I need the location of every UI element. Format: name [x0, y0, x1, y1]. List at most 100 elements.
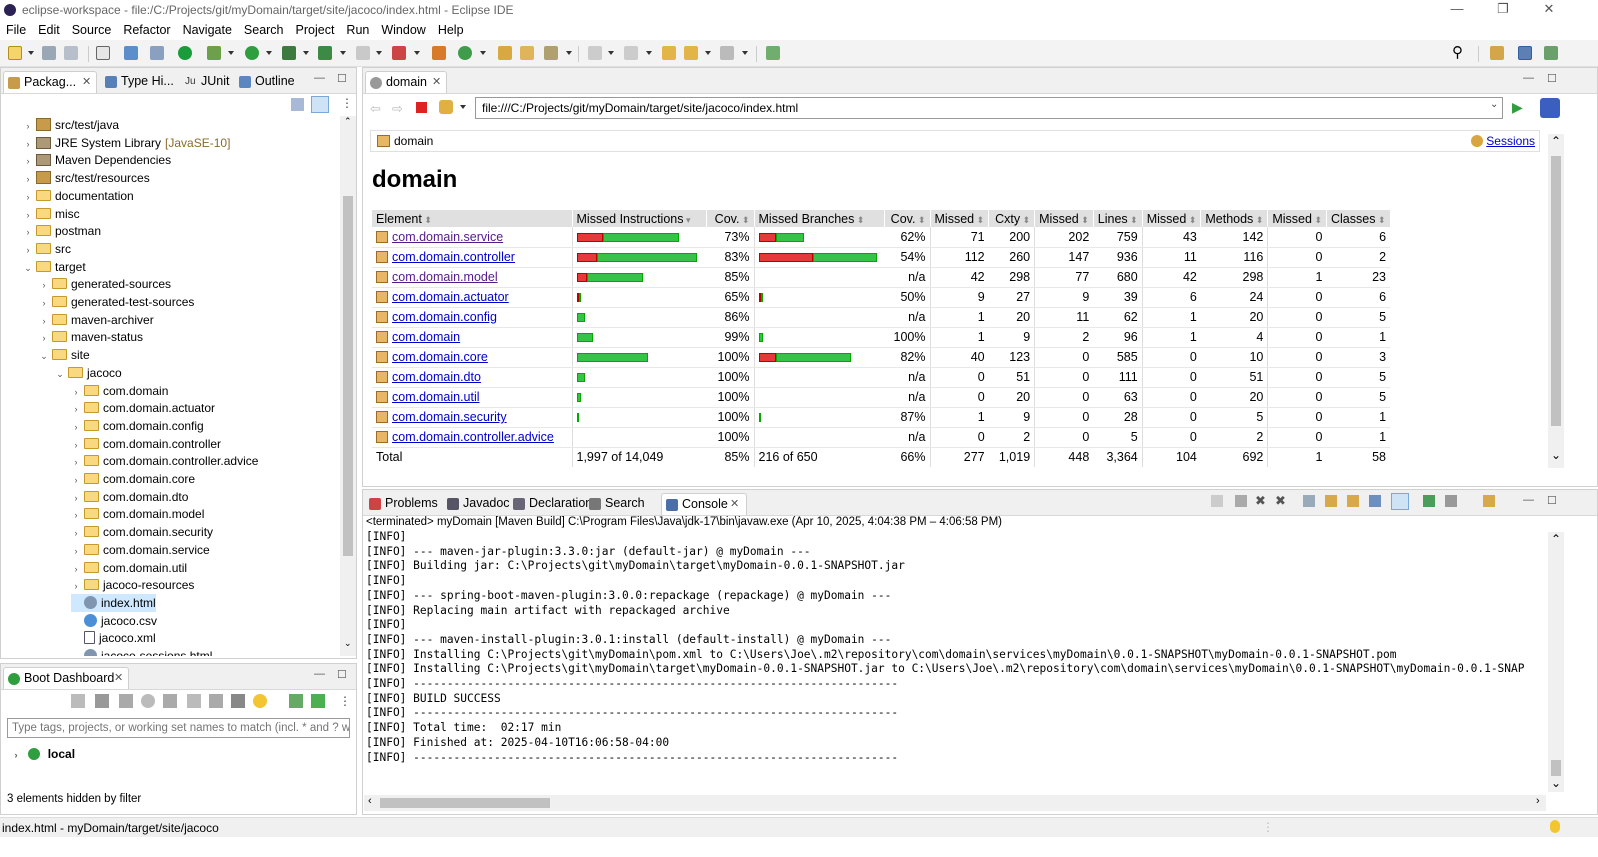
next-annotation-icon[interactable] [588, 46, 602, 60]
menu-navigate[interactable]: Navigate [177, 23, 238, 37]
tree-item[interactable]: › jacoco-resources [71, 576, 195, 595]
clear-console-icon[interactable] [1303, 495, 1315, 507]
tab-domain[interactable]: domain ✕ [365, 71, 447, 93]
browser-scroll-thumb[interactable] [1551, 156, 1561, 426]
scroll-up-icon[interactable]: ⌃ [1551, 532, 1561, 546]
tab-declaration[interactable]: Declaration [509, 493, 592, 515]
last-edit-icon[interactable] [662, 46, 676, 60]
save-all-icon[interactable] [64, 46, 78, 60]
tree-item[interactable]: › src/test/resources [23, 169, 150, 187]
previous-annotation-icon[interactable] [624, 46, 638, 60]
close-icon[interactable]: ✕ [730, 494, 739, 515]
tab-search[interactable]: Search [585, 493, 657, 515]
tab-junit[interactable]: Ju JUnit [181, 71, 235, 93]
scroll-down-icon[interactable]: ⌄ [344, 638, 352, 649]
link-with-editor-icon[interactable] [311, 96, 329, 113]
refresh-icon[interactable] [187, 694, 201, 708]
close-icon[interactable]: ✕ [82, 72, 91, 93]
eclipse-browser-icon[interactable] [1540, 98, 1560, 118]
menu-project[interactable]: Project [290, 23, 341, 37]
terminate-icon[interactable] [392, 46, 406, 60]
tab-outline[interactable]: Outline [235, 71, 303, 93]
edit-icon[interactable] [209, 694, 223, 708]
expand-icon[interactable]: › [23, 223, 33, 241]
expand-icon[interactable]: › [71, 489, 81, 507]
console-hscroll-thumb[interactable] [380, 798, 550, 808]
column-header[interactable]: Missed Branches ⬍ [754, 210, 885, 227]
tree-item[interactable]: jacoco-sessions.html [71, 647, 212, 656]
terminate-icon[interactable] [1235, 495, 1247, 507]
start-icon[interactable] [71, 694, 85, 708]
expand-icon[interactable]: › [23, 135, 33, 153]
tree-item[interactable]: › generated-sources [39, 275, 172, 294]
console-hscrollbar[interactable]: ‹ › [364, 795, 1546, 811]
package-link[interactable]: com.domain.core [392, 350, 488, 364]
maximize-icon[interactable]: ☐ [337, 72, 347, 85]
browser-forward-icon[interactable]: ⇨ [392, 101, 403, 117]
column-header[interactable]: Missed ⬍ [1034, 210, 1094, 227]
tree-item[interactable]: › com.domain [71, 382, 169, 400]
view-menu-icon[interactable]: ⋮ [341, 96, 353, 110]
debug-perspective-icon[interactable] [1544, 46, 1558, 60]
sessions-link[interactable]: Sessions [1471, 131, 1535, 151]
expand-icon[interactable]: › [39, 294, 49, 312]
maximize-window-button[interactable]: ❐ [1480, 0, 1526, 19]
collapse-icon[interactable]: ⌄ [55, 365, 65, 383]
package-link[interactable]: com.domain.controller.advice [392, 430, 554, 444]
show-on-error-icon[interactable] [1391, 493, 1409, 510]
remove-launch-icon[interactable]: ✖ [1255, 493, 1266, 509]
tree-item[interactable]: › documentation [23, 187, 134, 205]
console-vscroll-thumb[interactable] [1551, 760, 1561, 776]
expand-icon[interactable]: › [39, 329, 49, 347]
debug-icon[interactable] [207, 46, 221, 60]
binary-icon[interactable] [96, 46, 110, 60]
minimize-window-button[interactable]: — [1434, 0, 1480, 19]
tab-type-hierarchy[interactable]: Type Hi... [101, 71, 177, 93]
tree-item[interactable]: › com.domain.core [71, 470, 196, 489]
pin-editor-icon[interactable] [766, 46, 780, 60]
column-header[interactable]: Missed ⬍ [1267, 210, 1327, 227]
column-header[interactable]: Cov. ⬍ [884, 210, 931, 227]
tree-item[interactable]: ⌄ site [39, 346, 89, 364]
expand-icon[interactable]: › [23, 152, 33, 170]
package-link[interactable]: com.domain.util [392, 390, 480, 404]
expand-icon[interactable]: › [71, 471, 81, 489]
open-console-icon[interactable] [1483, 495, 1495, 507]
column-header[interactable]: Missed Instructions ▾ [572, 210, 707, 227]
minimize-icon[interactable]: — [314, 72, 325, 84]
expand-icon[interactable]: › [71, 418, 81, 436]
pin-console-icon[interactable] [1423, 495, 1435, 507]
expand-icon[interactable]: › [71, 560, 81, 578]
scroll-right-icon[interactable]: › [1536, 795, 1540, 807]
forward-icon[interactable] [720, 46, 734, 60]
link-icon[interactable] [1211, 495, 1223, 507]
expand-icon[interactable]: › [71, 400, 81, 418]
column-header[interactable]: Methods ⬍ [1200, 210, 1269, 227]
back-icon[interactable] [684, 46, 698, 60]
menu-window[interactable]: Window [375, 23, 431, 37]
menu-help[interactable]: Help [432, 23, 470, 37]
expand-icon[interactable]: › [23, 241, 33, 259]
expand-icon[interactable]: › [23, 117, 33, 135]
expand-icon[interactable]: › [71, 506, 81, 524]
tree-item[interactable]: › Maven Dependencies [23, 151, 172, 170]
expand-icon[interactable]: › [39, 276, 49, 294]
expand-icon[interactable]: › [11, 746, 21, 764]
tree-item[interactable]: › com.domain.controller [71, 435, 222, 453]
expand-icon[interactable]: › [23, 170, 33, 188]
view-menu-icon[interactable]: ⋮ [339, 694, 351, 708]
spring-boot-icon[interactable] [178, 46, 192, 60]
menu-run[interactable]: Run [340, 23, 375, 37]
stop-icon[interactable] [119, 694, 133, 708]
expand-icon[interactable]: › [23, 188, 33, 206]
skip-breakpoints-icon[interactable] [150, 46, 164, 60]
tips-icon[interactable] [1550, 820, 1560, 833]
tree-item[interactable]: › com.domain.controller.advice [71, 452, 259, 470]
column-header[interactable]: Cxty ⬍ [988, 210, 1036, 227]
boot-item-local[interactable]: › local [11, 745, 76, 764]
expand-icon[interactable]: › [71, 577, 81, 595]
package-link[interactable]: com.domain.config [392, 310, 497, 324]
expand-icon[interactable]: › [23, 206, 33, 224]
tree-item[interactable]: jacoco.csv [71, 612, 157, 630]
column-header[interactable]: Missed ⬍ [1142, 210, 1202, 227]
